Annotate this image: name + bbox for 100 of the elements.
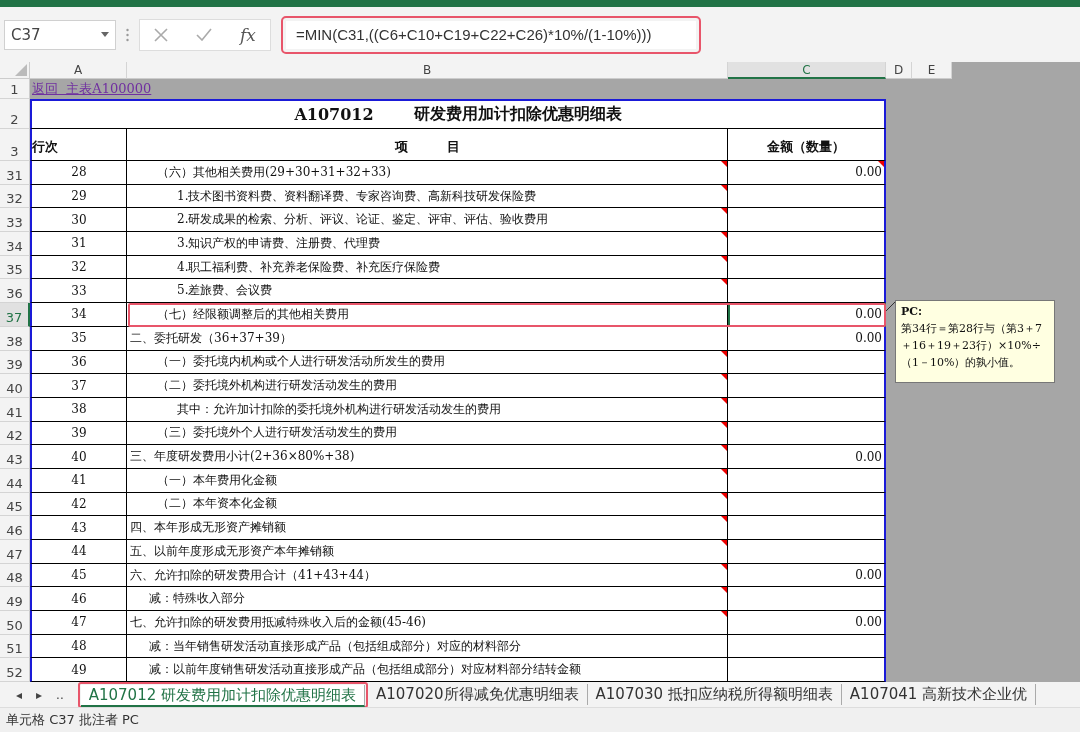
row-header[interactable]: 39 — [0, 350, 30, 375]
column-heading: 行次 — [32, 138, 58, 156]
table-cell: 其中：允许加计扣除的委托境外机构进行研发活动发生的费用 — [127, 397, 728, 422]
table-cell: 36 — [30, 350, 127, 375]
row-header[interactable]: 38 — [0, 326, 30, 351]
row-header[interactable]: 31 — [0, 161, 30, 185]
row-header[interactable]: 48 — [0, 563, 30, 588]
table-cell: 0.00 — [728, 563, 886, 588]
dropdown-caret-icon — [101, 32, 109, 37]
table-cell: 40 — [30, 445, 127, 469]
cancel-icon[interactable] — [154, 27, 168, 42]
row-header[interactable]: 52 — [0, 658, 30, 682]
table-cell: 2.研发成果的检索、分析、评议、论证、鉴定、评审、评估、验收费用 — [127, 208, 728, 233]
table-cell: （三）委托境外个人进行研发活动发生的费用 — [127, 421, 728, 446]
table-cell: 43 — [30, 516, 127, 540]
previous-sheet-button[interactable]: ◂ — [16, 687, 23, 702]
column-header[interactable]: C — [728, 62, 886, 79]
table-cell: 41 — [30, 468, 127, 493]
more-icon — [126, 27, 129, 42]
row-header[interactable]: 33 — [0, 208, 30, 233]
comment-author: PC: — [901, 304, 924, 320]
table-cell: 31 — [30, 232, 127, 256]
table-cell: 28 — [30, 161, 127, 185]
table-cell: 二、委托研发（36+37+39） — [127, 326, 728, 351]
insert-function-button[interactable]: fx — [240, 24, 256, 45]
table-cell: 0.00 — [728, 611, 886, 635]
leader-line — [885, 301, 895, 313]
table-cell: 42 — [30, 492, 127, 517]
form-title: 研发费用加计扣除优惠明细表 — [413, 104, 622, 125]
table-cell: 六、允许扣除的研发费用合计（41+43+44） — [127, 563, 728, 588]
comment-text: 第34行＝第28行与（第3＋7＋16＋19＋23行）×10%÷（1－10%）的孰小值。 — [901, 321, 1043, 371]
formula-field[interactable]: =MIN(C31,((C6+C10+C19+C22+C26)*10%/(1-10%))) — [285, 20, 696, 49]
table-cell: 0.00 — [728, 445, 886, 469]
table-cell: 减：特殊收入部分 — [127, 587, 728, 612]
row-header[interactable]: 42 — [0, 421, 30, 446]
table-cell: 减：以前年度销售研发活动直接形成产品（包括组成部分）对应材料部分结转金额 — [127, 658, 728, 682]
table-cell: 45 — [30, 563, 127, 588]
table-cell: 4.职工福利费、补充养老保险费、补充医疗保险费 — [127, 255, 728, 280]
table-cell: 0.00 — [728, 326, 886, 351]
table-cell: 46 — [30, 587, 127, 612]
row-header[interactable]: 44 — [0, 468, 30, 493]
row-header[interactable]: 34 — [0, 232, 30, 256]
column-header[interactable]: B — [127, 62, 728, 79]
row-header[interactable]: 32 — [0, 184, 30, 209]
table-cell: 四、本年形成无形资产摊销额 — [127, 516, 728, 540]
row-header[interactable]: 40 — [0, 374, 30, 398]
table-cell: 47 — [30, 611, 127, 635]
row-header[interactable]: 35 — [0, 255, 30, 280]
row-header[interactable]: 49 — [0, 587, 30, 612]
table-cell: 32 — [30, 255, 127, 280]
table-cell: 3.知识产权的申请费、注册费、代理费 — [127, 232, 728, 256]
table-cell: 29 — [30, 184, 127, 209]
sheet-tab[interactable]: A107041 高新技术企业优 — [841, 684, 1037, 705]
table-cell: 39 — [30, 421, 127, 446]
table-cell: 48 — [30, 634, 127, 659]
row-header[interactable]: 41 — [0, 397, 30, 422]
column-header[interactable]: D — [886, 62, 912, 79]
table-cell: 五、以前年度形成无形资产本年摊销额 — [127, 540, 728, 564]
table-cell: 49 — [30, 658, 127, 682]
more-sheets-button[interactable]: .. — [56, 687, 64, 702]
table-cell: 减：当年销售研发活动直接形成产品（包括组成部分）对应的材料部分 — [127, 634, 728, 659]
table-cell: （二）委托境外机构进行研发活动发生的费用 — [127, 374, 728, 398]
column-header[interactable]: A — [30, 62, 127, 79]
select-all-icon[interactable] — [15, 64, 27, 76]
row-header[interactable]: 37 — [0, 303, 30, 327]
column-heading: 项 目 — [394, 138, 460, 156]
row-header[interactable]: 43 — [0, 445, 30, 469]
table-cell: 33 — [30, 279, 127, 304]
row-header[interactable]: 1 — [0, 79, 30, 99]
table-cell: 0.00 — [728, 161, 886, 185]
row-header[interactable]: 2 — [0, 99, 30, 129]
row-header[interactable]: 3 — [0, 129, 30, 161]
table-cell: （六）其他相关费用(29+30+31+32+33) — [127, 161, 728, 185]
sheet-tab[interactable]: A107020所得减免优惠明细表 — [368, 684, 588, 705]
column-header[interactable]: E — [912, 62, 952, 79]
table-cell: 35 — [30, 326, 127, 351]
row-header[interactable]: 50 — [0, 611, 30, 635]
table-cell: 38 — [30, 397, 127, 422]
table-cell: 34 — [30, 303, 127, 327]
row-header[interactable]: 45 — [0, 492, 30, 517]
row-header[interactable]: 51 — [0, 634, 30, 659]
table-cell: 5.差旅费、会议费 — [127, 279, 728, 304]
table-cell: 七、允许扣除的研发费用抵减特殊收入后的金额(45-46) — [127, 611, 728, 635]
row-header[interactable]: 46 — [0, 516, 30, 540]
table-cell: （一）本年费用化金额 — [127, 468, 728, 493]
next-sheet-button[interactable]: ▸ — [36, 687, 43, 702]
table-cell: 三、年度研发费用小计(2+36×80%+38) — [127, 445, 728, 469]
table-cell: （二）本年资本化金额 — [127, 492, 728, 517]
row-header[interactable]: 47 — [0, 540, 30, 564]
form-code: A107012 — [294, 105, 374, 124]
table-cell: 1.技术图书资料费、资料翻译费、专家咨询费、高新科技研发保险费 — [127, 184, 728, 209]
table-cell: 44 — [30, 540, 127, 564]
name-box[interactable]: C37 — [4, 19, 116, 50]
sheet-tab[interactable]: A107012 研发费用加计扣除优惠明细表 — [80, 684, 365, 707]
table-cell: 30 — [30, 208, 127, 233]
status-text: 单元格 C37 批注者 PC — [6, 711, 139, 729]
table-cell: 37 — [30, 374, 127, 398]
row-header[interactable]: 36 — [0, 279, 30, 304]
sheet-tab[interactable]: A107030 抵扣应纳税所得额明细表 — [587, 684, 842, 705]
check-icon[interactable] — [196, 28, 212, 41]
